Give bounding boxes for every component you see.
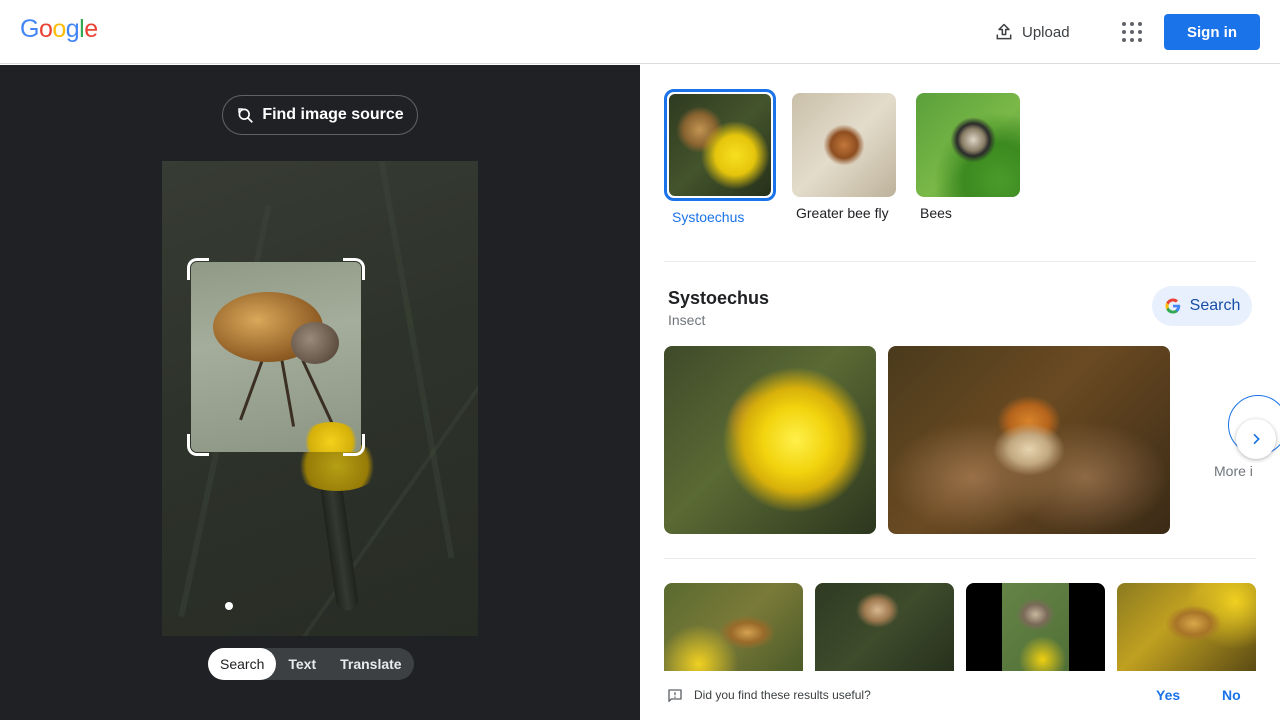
google-logo[interactable]: Google xyxy=(20,15,98,44)
crop-selection[interactable] xyxy=(191,262,361,452)
apps-grid-icon[interactable] xyxy=(1116,16,1148,48)
mode-search-tab[interactable]: Search xyxy=(208,648,277,680)
visual-matches-row xyxy=(664,583,1256,673)
logo-letter-e: e xyxy=(84,15,98,43)
knowledge-title: Systoechus xyxy=(668,288,770,308)
chip-bees[interactable]: Bees xyxy=(912,89,1024,227)
visual-match-image[interactable] xyxy=(1117,583,1256,673)
find-image-source-button[interactable]: Find image source xyxy=(222,95,418,135)
chip-systoechus[interactable]: Systoechus xyxy=(664,89,776,227)
google-g-icon xyxy=(1165,298,1180,314)
lens-search-icon xyxy=(238,108,253,123)
upload-label: Upload xyxy=(1022,23,1070,41)
upload-icon xyxy=(996,23,1012,40)
google-search-button[interactable]: Search xyxy=(1152,286,1252,326)
logo-letter-g: G xyxy=(20,15,39,43)
feedback-icon xyxy=(668,689,682,702)
logo-letter-o1: o xyxy=(38,15,53,43)
chevron-right-icon xyxy=(1253,433,1260,445)
chip-thumbnail xyxy=(792,93,896,197)
chip-thumbnail xyxy=(669,94,771,196)
next-arrow-button[interactable] xyxy=(1236,419,1276,459)
google-search-label: Search xyxy=(1189,297,1241,314)
sign-in-button[interactable]: Sign in xyxy=(1164,14,1260,50)
chip-greater-bee-fly[interactable]: Greater bee fly xyxy=(788,89,900,227)
chip-label: Systoechus xyxy=(672,209,745,225)
knowledge-image[interactable] xyxy=(664,346,876,534)
knowledge-subtitle: Insect xyxy=(668,312,706,328)
chip-thumbnail xyxy=(916,93,1020,197)
chip-label: Greater bee fly xyxy=(796,205,889,221)
find-image-source-label: Find image source xyxy=(262,106,404,123)
logo-letter-g2: g xyxy=(65,15,80,43)
crop-handle-top-left[interactable] xyxy=(187,258,209,280)
logo-letter-o2: o xyxy=(52,15,66,43)
visual-match-image[interactable] xyxy=(664,583,803,673)
feedback-yes-button[interactable]: Yes xyxy=(1156,687,1180,703)
visual-match-image[interactable] xyxy=(966,583,1105,673)
crop-handle-top-right[interactable] xyxy=(343,258,365,280)
section-divider xyxy=(664,558,1256,559)
crop-handle-bottom-left[interactable] xyxy=(187,434,209,456)
crop-handle-bottom-right[interactable] xyxy=(343,434,365,456)
mode-translate-tab[interactable]: Translate xyxy=(328,648,413,680)
section-divider xyxy=(664,261,1256,262)
more-images-label[interactable]: More i xyxy=(1214,463,1253,479)
query-image[interactable] xyxy=(162,161,478,636)
lens-mode-switcher: Search Text Translate xyxy=(208,648,414,680)
feedback-question: Did you find these results useful? xyxy=(694,688,871,702)
feedback-bar: Did you find these results useful? Yes N… xyxy=(640,671,1280,720)
lens-image-panel: Find image source Search Text Translate xyxy=(0,65,640,720)
upload-button[interactable]: Upload xyxy=(986,14,1078,50)
object-dot-marker[interactable] xyxy=(225,602,233,610)
top-header: Google Upload Sign in xyxy=(0,0,1280,64)
visual-match-image[interactable] xyxy=(815,583,954,673)
entity-chips: Systoechus Greater bee fly Bees xyxy=(664,89,1024,227)
chip-label: Bees xyxy=(920,205,952,221)
results-panel: Systoechus Greater bee fly Bees Systoech… xyxy=(640,65,1280,720)
knowledge-image[interactable] xyxy=(888,346,1170,534)
mode-text-tab[interactable]: Text xyxy=(276,648,328,680)
feedback-no-button[interactable]: No xyxy=(1222,687,1241,703)
